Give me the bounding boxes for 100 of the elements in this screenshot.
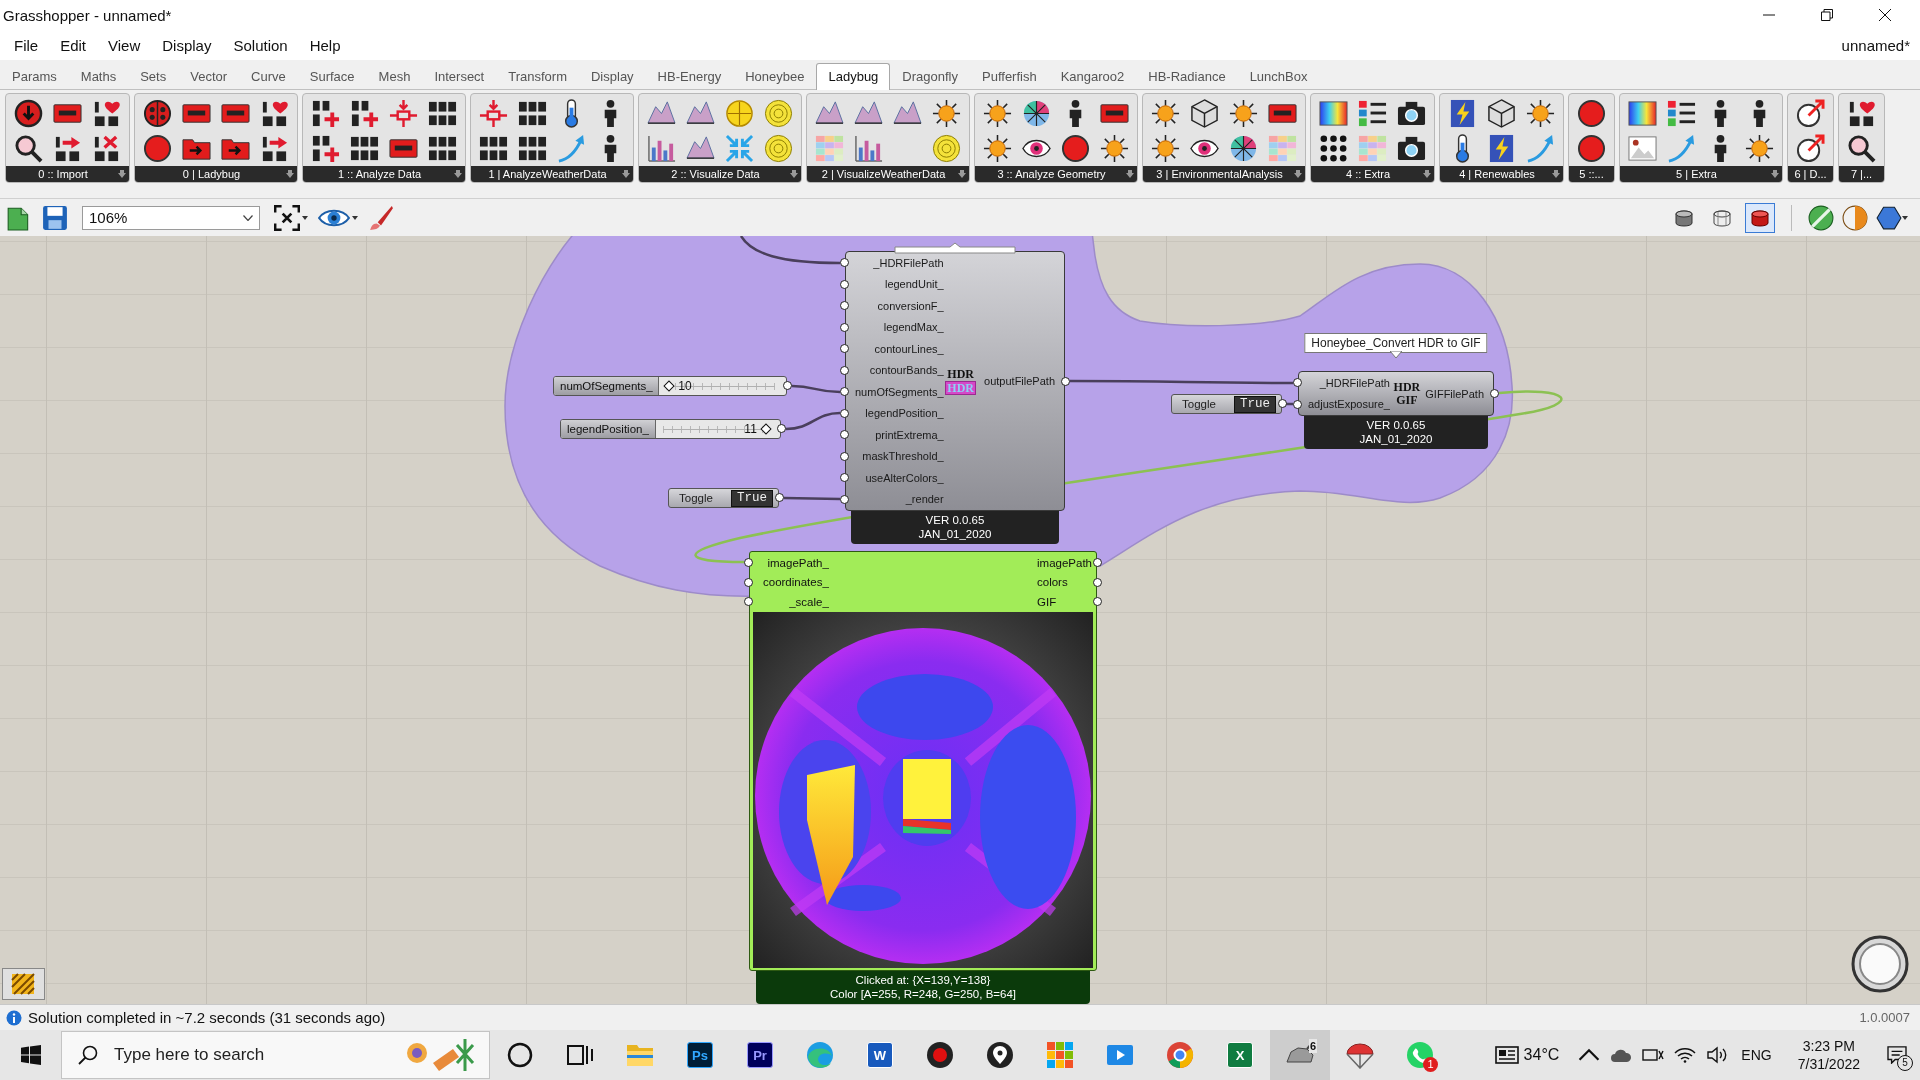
image-viewer-component[interactable]: imagePath_ coordinates_ _scale_ imagePath colors GIF bbox=[749, 551, 1097, 971]
sphere-icon[interactable] bbox=[1808, 204, 1834, 231]
block-grid-icon[interactable] bbox=[518, 99, 547, 128]
ribbon-tab[interactable]: Dragonfly bbox=[890, 63, 970, 90]
ribbon-tab[interactable]: HB-Radiance bbox=[1136, 63, 1238, 90]
caret-icon[interactable] bbox=[1902, 215, 1908, 220]
input-grip-icon[interactable] bbox=[840, 451, 849, 461]
block-grid-icon[interactable] bbox=[428, 99, 457, 128]
compass-icon[interactable] bbox=[1796, 99, 1825, 128]
sun-icon[interactable] bbox=[1151, 134, 1180, 163]
taskbar-button[interactable]: Pr bbox=[730, 1030, 790, 1080]
color-grid-icon[interactable] bbox=[1268, 134, 1297, 163]
block-grid-icon[interactable] bbox=[350, 134, 379, 163]
expand-arrow-icon[interactable] bbox=[1552, 170, 1560, 178]
compass-icon[interactable] bbox=[1796, 134, 1825, 163]
ribbon-tab[interactable]: Params bbox=[0, 63, 69, 90]
disc-icon[interactable] bbox=[143, 134, 172, 163]
cube-icon[interactable] bbox=[1190, 99, 1219, 128]
output-grip-icon[interactable] bbox=[1093, 558, 1102, 567]
language-indicator[interactable]: ENG bbox=[1741, 1047, 1772, 1063]
block-grid-icon[interactable] bbox=[518, 134, 547, 163]
dots-icon[interactable] bbox=[1319, 134, 1348, 163]
ribbon-tab[interactable]: Display bbox=[579, 63, 646, 90]
menu-item[interactable]: Display bbox=[151, 36, 223, 54]
taskbar-button[interactable]: 6 bbox=[1270, 1030, 1330, 1080]
expand-arrow-icon[interactable] bbox=[286, 170, 294, 178]
input-grip-icon[interactable] bbox=[840, 301, 849, 311]
expand-arrow-icon[interactable] bbox=[1771, 170, 1779, 178]
expand-arrow-icon[interactable] bbox=[118, 170, 126, 178]
ribbon-tab[interactable]: Transform bbox=[496, 63, 579, 90]
legend-icon[interactable] bbox=[1358, 99, 1387, 128]
rings-icon[interactable] bbox=[932, 134, 961, 163]
input-grip-icon[interactable] bbox=[840, 430, 849, 440]
output-grip-icon[interactable] bbox=[783, 381, 792, 390]
output-grip-icon[interactable] bbox=[775, 493, 784, 502]
canvas[interactable] bbox=[0, 236, 1920, 1004]
bar-chart-icon[interactable] bbox=[854, 134, 883, 163]
preview-mode-button[interactable] bbox=[1745, 202, 1775, 233]
zoom-extents-icon[interactable] bbox=[274, 204, 300, 231]
menu-item[interactable]: File bbox=[3, 36, 50, 54]
number-slider[interactable]: legendPosition_ 11 bbox=[560, 419, 781, 439]
menu-item[interactable]: Help bbox=[298, 36, 352, 54]
search-icon[interactable] bbox=[14, 134, 43, 163]
bar-chart-icon[interactable] bbox=[647, 134, 676, 163]
input-grip-icon[interactable] bbox=[1293, 399, 1302, 409]
radial-icon[interactable] bbox=[1229, 134, 1258, 163]
ribbon-tab[interactable]: LunchBox bbox=[1237, 63, 1320, 90]
image-icon[interactable] bbox=[1628, 134, 1657, 163]
expand-arrow-icon[interactable] bbox=[790, 170, 798, 178]
ribbon-tab[interactable]: Kangaroo2 bbox=[1048, 63, 1137, 90]
color-grid-icon[interactable] bbox=[815, 134, 844, 163]
expand-arrow-icon[interactable] bbox=[1294, 170, 1302, 178]
radial-icon[interactable] bbox=[1022, 99, 1051, 128]
polygon-icon[interactable] bbox=[1876, 204, 1902, 231]
clock[interactable]: 3:23 PM 7/31/2022 bbox=[1783, 1037, 1874, 1073]
output-grip-icon[interactable] bbox=[1061, 376, 1070, 386]
gradient-icon[interactable] bbox=[1319, 99, 1348, 128]
zoom-dropdown[interactable]: 106% bbox=[82, 205, 260, 230]
taskbar-button[interactable]: Ps bbox=[670, 1030, 730, 1080]
expand-arrow-icon[interactable] bbox=[958, 170, 966, 178]
switch-icon[interactable] bbox=[389, 99, 418, 128]
number-slider[interactable]: numOfSegments_ 10 bbox=[553, 376, 787, 396]
sun-icon[interactable] bbox=[1526, 99, 1555, 128]
expand-arrow-icon[interactable] bbox=[1423, 170, 1431, 178]
lightning-icon[interactable] bbox=[1487, 134, 1516, 163]
menu-item[interactable]: Solution bbox=[222, 36, 299, 54]
disc-icon[interactable] bbox=[1577, 99, 1606, 128]
input-grip-icon[interactable] bbox=[840, 494, 849, 504]
boolean-toggle[interactable]: Toggle True bbox=[1171, 394, 1282, 414]
camera-icon[interactable] bbox=[1397, 99, 1426, 128]
output-grip-icon[interactable] bbox=[1278, 399, 1287, 408]
sun-icon[interactable] bbox=[983, 99, 1012, 128]
arrow-logo-icon[interactable] bbox=[260, 134, 289, 163]
expand-arrow-icon[interactable] bbox=[622, 170, 630, 178]
disc-icon[interactable] bbox=[1061, 134, 1090, 163]
plus-icon[interactable] bbox=[350, 99, 379, 128]
ribbon-tab[interactable]: Sets bbox=[128, 63, 179, 90]
input-grip-icon[interactable] bbox=[840, 473, 849, 483]
ribbon-tab[interactable]: Maths bbox=[68, 63, 129, 90]
ribbon-tab[interactable]: Mesh bbox=[366, 63, 423, 90]
taskbar-button[interactable]: 1 bbox=[1390, 1030, 1450, 1080]
half-sphere-icon[interactable] bbox=[1842, 204, 1868, 231]
ribbon-tab[interactable]: HB-Energy bbox=[645, 63, 734, 90]
device-icon[interactable] bbox=[1642, 1046, 1665, 1064]
ladybug-icon[interactable] bbox=[143, 99, 172, 128]
taskbar-button[interactable]: W bbox=[850, 1030, 910, 1080]
sun-icon[interactable] bbox=[1745, 134, 1774, 163]
input-grip-icon[interactable] bbox=[840, 279, 849, 289]
gradient-icon[interactable] bbox=[1628, 99, 1657, 128]
save-icon[interactable] bbox=[42, 204, 68, 231]
heart-logo-icon[interactable] bbox=[92, 99, 121, 128]
ribbon-tab[interactable]: Pufferfish bbox=[970, 63, 1049, 90]
sun-icon[interactable] bbox=[1100, 134, 1129, 163]
plus-icon[interactable] bbox=[311, 134, 340, 163]
input-grip-icon[interactable] bbox=[840, 322, 849, 332]
speaker-icon[interactable] bbox=[1706, 1046, 1729, 1064]
taskbar-button[interactable]: X bbox=[1210, 1030, 1270, 1080]
block-grid-icon[interactable] bbox=[428, 134, 457, 163]
heart-logo-icon[interactable] bbox=[1847, 99, 1876, 128]
input-grip-icon[interactable] bbox=[840, 344, 849, 354]
